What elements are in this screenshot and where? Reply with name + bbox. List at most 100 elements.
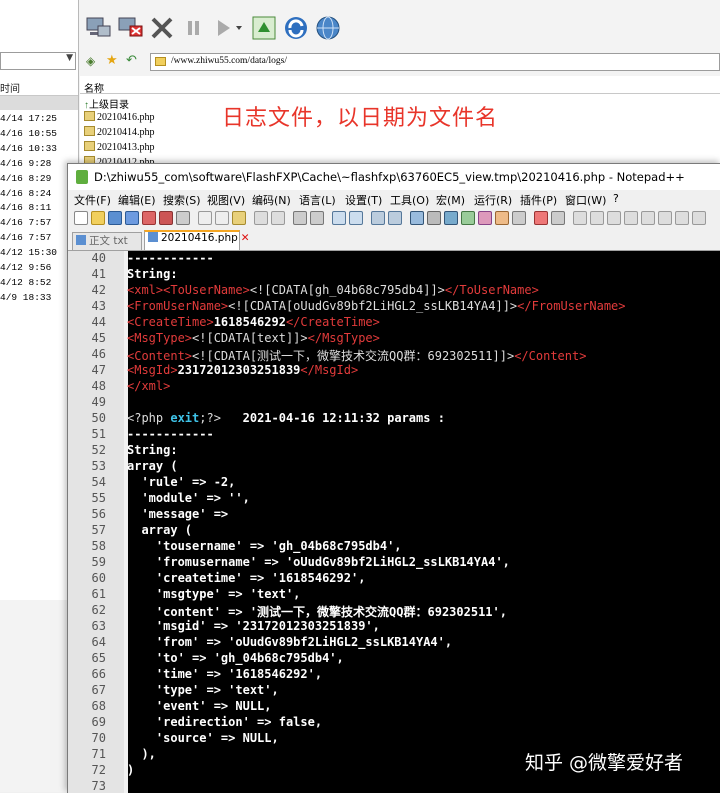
left-time-cell[interactable]: 4/16 8:24 (0, 188, 51, 199)
left-time-cell[interactable]: 4/9 18:33 (0, 292, 51, 303)
back-arrow-icon[interactable]: ↶ (126, 53, 137, 68)
show-all-chars-icon[interactable] (427, 211, 441, 225)
remote-path-input[interactable]: /www.zhiwu55.com/data/logs/ (150, 53, 720, 71)
line-number: 63 (91, 619, 106, 633)
code-line: 'tousername' => 'gh_04b68c795db4', (127, 539, 402, 553)
menu-file[interactable]: 文件(F) (74, 192, 111, 208)
code-line: 'redirection' => false, (127, 715, 323, 729)
menu-plugins[interactable]: 插件(P) (520, 192, 557, 208)
chevron-down-icon[interactable]: ▼ (66, 53, 73, 63)
fxp-address-bar: ◈ ★ ↶ /www.zhiwu55.com/data/logs/ (80, 52, 720, 74)
favorite-star-icon[interactable]: ★ (106, 53, 118, 68)
replace-icon[interactable] (310, 211, 324, 225)
abort-icon[interactable] (148, 14, 178, 44)
plugin-tool-icon[interactable] (692, 211, 706, 225)
close-all-icon[interactable] (159, 211, 173, 225)
save-icon[interactable] (108, 211, 122, 225)
pause-icon[interactable] (180, 14, 210, 44)
left-time-cell[interactable]: 4/16 10:33 (0, 143, 57, 154)
code-line: ), (127, 747, 156, 761)
compare-icon[interactable] (658, 211, 672, 225)
code-editor[interactable]: 40 41 42 43 44 45 46 47 48 49 50 51 52 53 54 55 56 57 58 59… (68, 251, 720, 793)
tab-20210416-php[interactable]: 20210416.php ✕ (144, 230, 250, 250)
function-list-icon[interactable] (495, 211, 509, 225)
menu-settings[interactable]: 设置(T) (345, 192, 382, 208)
paste-icon[interactable] (232, 211, 246, 225)
line-number: 52 (91, 443, 106, 457)
open-file-icon[interactable] (91, 211, 105, 225)
line-number: 64 (91, 635, 106, 649)
close-file-icon[interactable] (142, 211, 156, 225)
save-macro-icon[interactable] (624, 211, 638, 225)
code-line: 'time' => '1618546292', (127, 667, 323, 681)
zoom-out-icon[interactable] (349, 211, 363, 225)
left-time-cell[interactable]: 4/12 15:30 (0, 247, 57, 258)
list-item-file[interactable]: 20210413.php (84, 141, 155, 153)
code-line: 'msgid' => '23172012303251839', (127, 619, 380, 633)
left-time-cell[interactable]: 4/16 8:11 (0, 202, 51, 213)
play-icon[interactable] (210, 14, 242, 44)
left-time-cell[interactable]: 4/12 8:52 (0, 277, 51, 288)
menu-tools[interactable]: 工具(O) (390, 192, 429, 208)
bookmark-icon[interactable]: ◈ (86, 54, 95, 68)
playback-icon[interactable] (590, 211, 604, 225)
connect-icon[interactable] (84, 14, 114, 44)
sync-horizontal-icon[interactable] (388, 211, 402, 225)
menu-window[interactable]: 窗口(W) (565, 192, 606, 208)
indent-guide-icon[interactable] (444, 211, 458, 225)
code-line: 'createtime' => '1618546292', (127, 571, 366, 585)
plugin-tool-icon[interactable] (675, 211, 689, 225)
doc-map-icon[interactable] (478, 211, 492, 225)
left-time-cell[interactable]: 4/12 9:56 (0, 262, 51, 273)
line-number: 55 (91, 491, 106, 505)
print-icon[interactable] (176, 211, 190, 225)
left-time-cell[interactable]: 4/16 10:55 (0, 128, 57, 139)
menu-macro[interactable]: 宏(M) (436, 192, 465, 208)
zoom-in-icon[interactable] (332, 211, 346, 225)
monitor-icon[interactable] (534, 211, 548, 225)
left-path-combo[interactable]: ▼ (0, 52, 76, 70)
globe-icon[interactable] (314, 14, 344, 44)
line-number: 42 (91, 283, 106, 297)
lang-icon[interactable] (461, 211, 475, 225)
save-all-icon[interactable] (125, 211, 139, 225)
refresh-icon[interactable] (282, 14, 312, 44)
find-icon[interactable] (293, 211, 307, 225)
line-number: 62 (91, 603, 106, 617)
transfer-icon[interactable] (250, 14, 280, 44)
left-column-header[interactable]: 时间 (0, 78, 78, 96)
menu-help[interactable]: ? (613, 192, 619, 205)
list-item-file[interactable]: 20210416.php (84, 111, 155, 123)
menu-search[interactable]: 搜索(S) (163, 192, 201, 208)
menu-edit[interactable]: 编辑(E) (118, 192, 156, 208)
disconnect-icon[interactable] (116, 14, 146, 44)
sync-vertical-icon[interactable] (371, 211, 385, 225)
redo-icon[interactable] (271, 211, 285, 225)
copy-icon[interactable] (215, 211, 229, 225)
run-macro-multiple-icon[interactable] (607, 211, 621, 225)
left-time-cell[interactable]: 4/16 8:29 (0, 173, 51, 184)
left-time-cell[interactable]: 4/16 7:57 (0, 232, 51, 243)
close-tab-icon[interactable]: ✕ (241, 232, 250, 244)
left-time-cell[interactable]: 4/16 9:28 (0, 158, 51, 169)
menu-view[interactable]: 视图(V) (207, 192, 245, 208)
file-tab-icon (76, 235, 86, 245)
cut-icon[interactable] (198, 211, 212, 225)
left-time-cell[interactable]: 4/14 17:25 (0, 113, 57, 124)
stop-record-icon[interactable] (573, 211, 587, 225)
list-item-file[interactable]: 20210414.php (84, 126, 155, 138)
new-file-icon[interactable] (74, 211, 88, 225)
folder-workspace-icon[interactable] (512, 211, 526, 225)
name-column-header[interactable]: 名称 (80, 76, 720, 95)
word-wrap-icon[interactable] (410, 211, 424, 225)
left-time-cell[interactable]: 4/16 7:57 (0, 217, 51, 228)
code-line: 'rule' => -2, (127, 475, 236, 489)
menu-encoding[interactable]: 编码(N) (252, 192, 291, 208)
menu-run[interactable]: 运行(R) (474, 192, 512, 208)
spellcheck-icon[interactable] (641, 211, 655, 225)
tab-zhengwen-txt[interactable]: 正文 txt (72, 232, 142, 250)
menu-language[interactable]: 语言(L) (299, 192, 336, 208)
list-item-parent-dir[interactable]: ↑上级目录 (84, 96, 129, 111)
undo-icon[interactable] (254, 211, 268, 225)
record-macro-icon[interactable] (551, 211, 565, 225)
